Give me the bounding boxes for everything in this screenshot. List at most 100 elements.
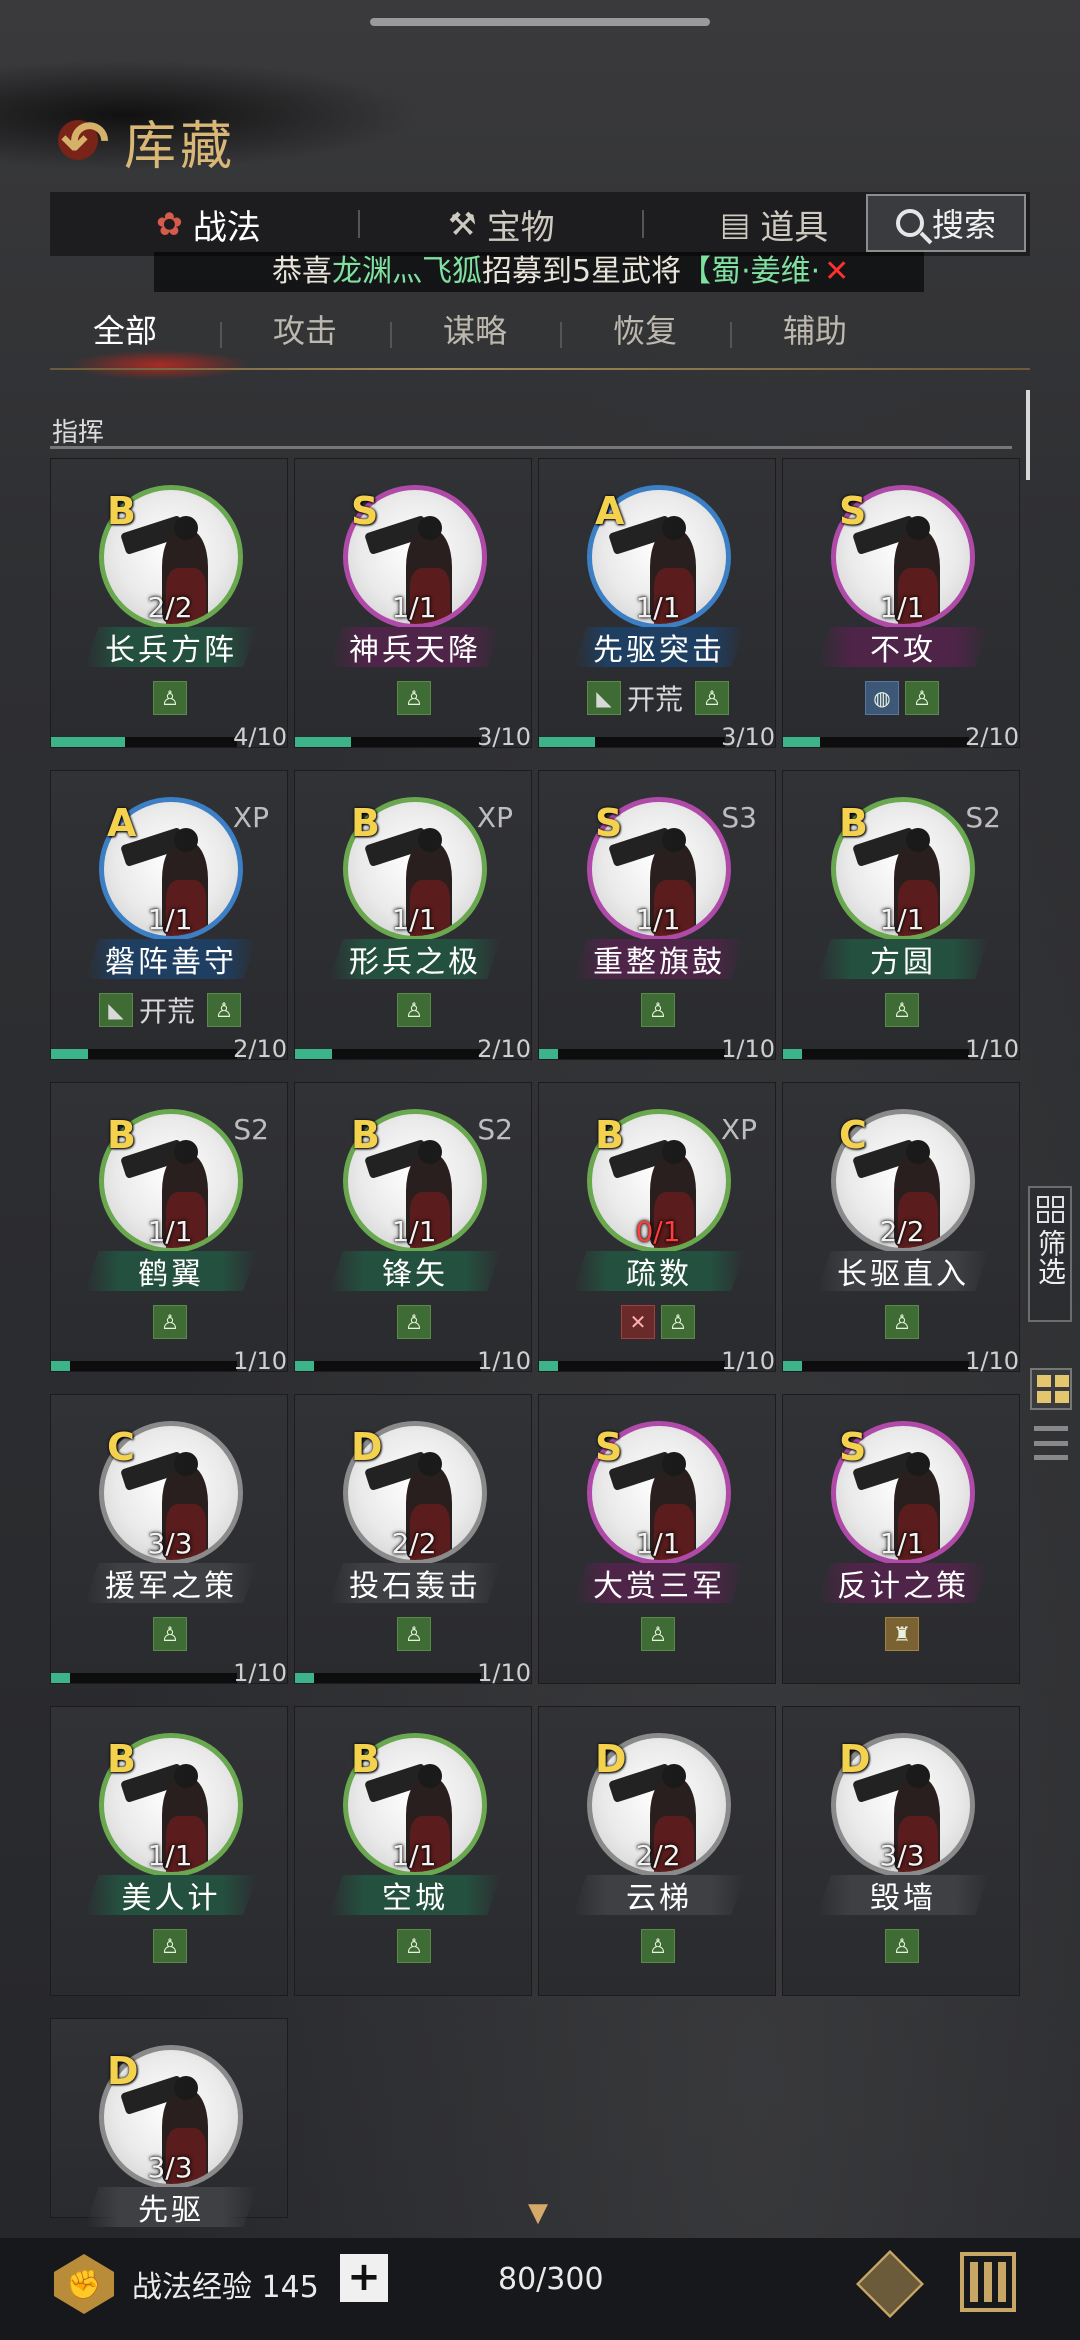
grade-badge: B <box>107 1113 136 1157</box>
bamboo-scroll-icon[interactable] <box>960 2252 1016 2312</box>
horn-icon: ◣ <box>586 681 621 715</box>
progress-text: 4/10 <box>233 723 287 751</box>
tactic-card[interactable]: B 1/1 空城 ♙ <box>294 1706 532 1996</box>
tier-label: XP <box>232 801 269 834</box>
tactic-name: 重整旗鼓 <box>573 939 745 979</box>
grade-badge: S <box>351 489 379 533</box>
tactic-name: 神兵天降 <box>329 627 501 667</box>
tactic-name: 鹤翼 <box>85 1251 257 1291</box>
tactic-tags: ♙ <box>51 1305 289 1339</box>
filter-button[interactable]: 筛选 <box>1028 1186 1072 1322</box>
tab-strategy[interactable]: 谋略 <box>400 296 550 366</box>
grade-badge: S <box>839 1425 867 1469</box>
command-icon: ♙ <box>905 681 939 715</box>
tab-label: 战法 <box>192 207 261 248</box>
tactic-card[interactable]: D 2/2 投石轰击 ♙ 1/10 <box>294 1394 532 1687</box>
tactic-card[interactable]: S 1/1 不攻 ◍ ♙ 2/10 <box>782 458 1020 751</box>
tactic-card[interactable]: B 2/2 长兵方阵 ♙ 4/10 <box>50 458 288 751</box>
tactic-card[interactable]: S 1/1 神兵天降 ♙ 3/10 <box>294 458 533 751</box>
tactic-card[interactable]: D 3/3 毁墙 ♙ <box>782 1706 1020 1996</box>
tab-label: 道具 <box>760 207 829 248</box>
drag-handle[interactable] <box>370 18 710 26</box>
tactic-card[interactable]: B S2 1/1 方圆 ♙ 1/10 <box>782 770 1021 1063</box>
tab-zhanfa[interactable]: ✿ 战法 <box>156 192 261 256</box>
progress-fill <box>783 1049 802 1059</box>
tab-assist[interactable]: 辅助 <box>740 296 890 366</box>
tactic-card[interactable]: C 3/3 援军之策 ♙ 1/10 <box>50 1394 288 1687</box>
filter-label: 筛选 <box>1034 1229 1067 1285</box>
progress-bar <box>51 1049 237 1059</box>
progress-text: 2/10 <box>965 723 1019 751</box>
chest-icon: ▤ <box>720 205 751 243</box>
tactic-card[interactable]: B S2 1/1 鹤翼 ♙ 1/10 <box>50 1082 289 1375</box>
tactic-card[interactable]: B XP 0/1 疏数 ✕ ♙ 1/10 <box>538 1082 776 1375</box>
grade-badge: D <box>351 1425 383 1469</box>
progress-fill <box>783 737 821 747</box>
tactic-name: 美人计 <box>85 1875 257 1915</box>
unavailable-icon: ✕ <box>621 1305 655 1339</box>
tactic-tags: ♙ <box>295 681 533 715</box>
progress-bar <box>783 1049 969 1059</box>
owned-count: 1/1 <box>635 903 681 936</box>
tab-divider <box>642 210 644 238</box>
back-button[interactable]: ↶ <box>52 112 118 172</box>
progress-text: 1/10 <box>477 1347 531 1375</box>
tab-recover[interactable]: 恢复 <box>570 296 720 366</box>
tactic-tags: ♙ <box>295 1305 533 1339</box>
tactic-tags: ♙ <box>783 993 1021 1027</box>
command-icon: ♙ <box>397 993 431 1027</box>
owned-count: 0/1 <box>635 1215 681 1248</box>
command-icon: ♙ <box>397 1929 431 1963</box>
tactic-tags: ♙ <box>783 1305 1021 1339</box>
tier-label: S2 <box>233 1113 269 1146</box>
tactic-card[interactable]: B S2 1/1 锋矢 ♙ 1/10 <box>294 1082 533 1375</box>
grade-badge: B <box>839 801 868 845</box>
tactic-card[interactable]: C 2/2 长驱直入 ♙ 1/10 <box>782 1082 1021 1375</box>
tactic-card[interactable]: D 2/2 云梯 ♙ <box>538 1706 776 1996</box>
command-icon: ♙ <box>885 1929 919 1963</box>
command-icon: ♙ <box>397 1305 431 1339</box>
command-icon: ♙ <box>397 1617 431 1651</box>
tactic-card[interactable]: D 3/3 先驱 <box>50 2018 288 2227</box>
tactic-name: 先驱突击 <box>573 627 745 667</box>
progress-bar <box>51 737 237 747</box>
tab-attack[interactable]: 攻击 <box>230 296 380 366</box>
command-icon: ♙ <box>397 681 431 715</box>
progress-bar <box>295 1361 481 1371</box>
add-exp-button[interactable]: + <box>340 2254 388 2302</box>
scrollbar[interactable] <box>1026 390 1030 480</box>
tactic-card[interactable]: B 1/1 美人计 ♙ <box>50 1706 288 1996</box>
list-view-toggle[interactable] <box>1034 1426 1068 1460</box>
marquee-prefix: 恭喜 <box>272 254 332 289</box>
grade-badge: A <box>107 801 137 845</box>
tabs-divider <box>50 368 1030 370</box>
search-button[interactable]: 搜索 <box>866 194 1026 252</box>
scroll-icon: ✿ <box>156 205 183 243</box>
section-divider <box>50 446 1012 449</box>
owned-count: 2/2 <box>879 1215 925 1248</box>
tactic-card[interactable]: S 1/1 大赏三军 ♙ <box>538 1394 776 1684</box>
command-icon: ♙ <box>641 1929 675 1963</box>
progress-bar <box>783 737 969 747</box>
tactic-card[interactable]: A 1/1 先驱突击 ◣ 开荒 ♙ 3/10 <box>538 458 776 751</box>
grade-badge: D <box>839 1737 871 1781</box>
tab-baowu[interactable]: ⚒ 宝物 <box>448 192 555 256</box>
tactic-card[interactable]: B XP 1/1 形兵之极 ♙ 2/10 <box>294 770 532 1063</box>
owned-count: 3/3 <box>147 2151 193 2184</box>
progress-fill <box>51 1673 70 1683</box>
marquee-close-icon[interactable]: ✕ <box>824 254 849 289</box>
tactic-name: 长兵方阵 <box>85 627 257 667</box>
marquee-middle: 招募到5星武将 <box>482 254 682 289</box>
owned-count: 2/2 <box>391 1527 437 1560</box>
grid-view-toggle[interactable] <box>1030 1368 1072 1410</box>
tactic-card[interactable]: S 1/1 反计之策 ♜ <box>782 1394 1020 1684</box>
progress-bar <box>783 1361 969 1371</box>
back-arrow-icon: ↶ <box>60 108 110 176</box>
tab-daoju[interactable]: ▤ 道具 <box>720 192 828 256</box>
anvil-icon: ⚒ <box>448 205 477 243</box>
owned-count: 1/1 <box>147 1839 193 1872</box>
tactic-card[interactable]: S S3 1/1 重整旗鼓 ♙ 1/10 <box>538 770 776 1063</box>
kaihuang-tag: ◣ 开荒 <box>586 681 689 716</box>
progress-fill <box>51 737 126 747</box>
tactic-card[interactable]: A XP 1/1 磐阵善守 ◣ 开荒 ♙ 2/10 <box>50 770 288 1063</box>
